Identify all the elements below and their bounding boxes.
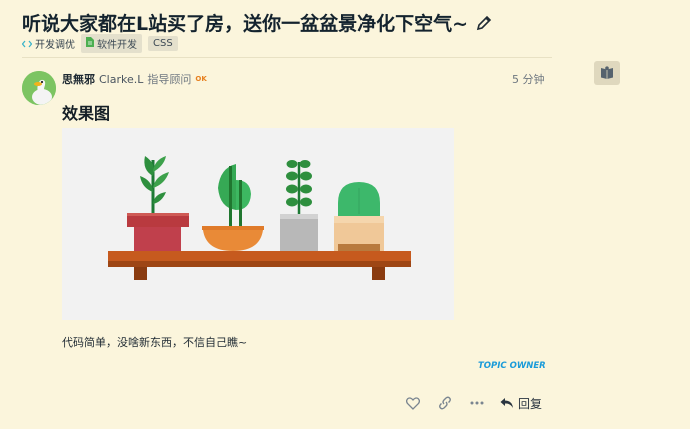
pencil-icon[interactable] xyxy=(476,15,492,31)
tag-software-dev[interactable]: 软件开发 xyxy=(81,34,142,53)
copy-link-button[interactable] xyxy=(436,394,454,412)
topic-title-row: 听说大家都在L站买了房，送你一盆盆景净化下空气~ xyxy=(22,9,492,36)
header-divider xyxy=(22,57,552,58)
tag-css[interactable]: CSS xyxy=(148,36,178,51)
post-body: 代码简单，没啥新东西，不信自己瞧~ xyxy=(62,336,248,349)
category-link[interactable]: 开发调优 xyxy=(22,36,75,51)
tag-label: CSS xyxy=(153,38,173,49)
like-button[interactable] xyxy=(404,394,422,412)
heart-icon xyxy=(406,396,420,410)
topic-owner-badge: TOPIC OWNER xyxy=(478,361,546,371)
topic-title: 听说大家都在L站买了房，送你一盆盆景净化下空气~ xyxy=(22,13,469,35)
plant-shelf-image xyxy=(62,128,454,320)
reply-button[interactable]: 回复 xyxy=(500,394,542,412)
code-icon xyxy=(22,39,32,49)
ok-badge: OK xyxy=(195,75,207,83)
username[interactable]: 思無邪 xyxy=(62,71,95,87)
tag-label: 软件开发 xyxy=(97,40,137,51)
map-book-icon xyxy=(600,64,614,83)
more-actions-button[interactable] xyxy=(468,394,486,412)
full-name[interactable]: Clarke.L xyxy=(99,73,143,86)
file-icon xyxy=(86,37,94,50)
post-meta: 思無邪 Clarke.L 指导顾问 OK xyxy=(62,71,207,87)
post-actions: 回复 xyxy=(404,394,542,412)
map-book-button[interactable] xyxy=(594,61,620,85)
reply-arrow-icon xyxy=(500,398,513,408)
avatar[interactable] xyxy=(22,71,56,105)
post-time[interactable]: 5 分钟 xyxy=(512,71,545,87)
plant-shelf-illustration xyxy=(108,156,411,280)
user-title: 指导顾问 xyxy=(147,73,192,86)
more-dots-icon xyxy=(470,401,484,405)
link-icon xyxy=(439,396,451,410)
topic-tags: 开发调优 软件开发 CSS xyxy=(22,34,178,53)
post-heading: 效果图 xyxy=(62,104,111,123)
category-label: 开发调优 xyxy=(35,40,75,51)
reply-label: 回复 xyxy=(518,396,543,411)
